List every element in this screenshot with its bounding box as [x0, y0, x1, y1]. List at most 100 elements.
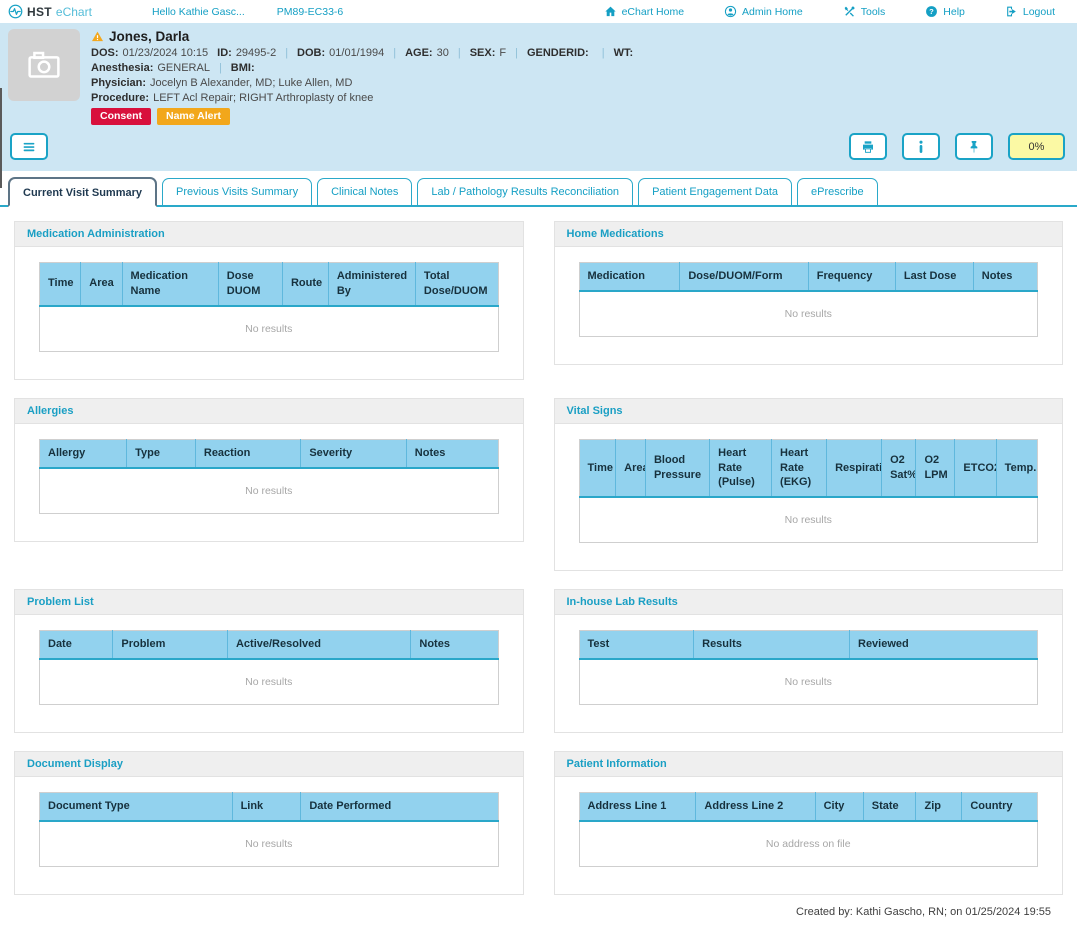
column-header-route: Route: [282, 263, 328, 306]
panel-body: AllergyTypeReactionSeverityNotesNo resul…: [15, 424, 523, 541]
topbar: HST eChart Hello Kathie Gasc... PM89-EC3…: [0, 0, 1077, 23]
table-row: No results: [40, 821, 499, 867]
patient-alert-badges: Consent Name Alert: [91, 108, 646, 125]
column-header-notes: Notes: [406, 439, 498, 467]
toolbar-row: 0%: [0, 125, 1077, 171]
table-problem-list: DateProblemActive/ResolvedNotesNo result…: [39, 630, 499, 705]
patient-photo-placeholder[interactable]: [8, 29, 80, 101]
column-header-date-performed: Date Performed: [301, 793, 498, 821]
table-header-row: TestResultsReviewed: [579, 631, 1038, 659]
column-header-dose-duom-form: Dose/DUOM/Form: [680, 263, 808, 291]
empty-state-text: No address on file: [579, 821, 1038, 867]
empty-state-text: No results: [579, 497, 1038, 543]
panel-body: Document TypeLinkDate PerformedNo result…: [15, 777, 523, 894]
field-value: F: [499, 47, 506, 59]
column-header-respiration: Respiration: [827, 439, 882, 497]
nav-tools[interactable]: Tools: [843, 5, 886, 18]
pushpin-icon: [966, 139, 982, 155]
field-value: GENERAL: [157, 62, 210, 74]
badge-name-alert[interactable]: Name Alert: [157, 108, 230, 125]
separator: |: [515, 47, 518, 59]
tab-clinical-notes[interactable]: Clinical Notes: [317, 178, 412, 205]
empty-state-text: No results: [579, 659, 1038, 705]
chart-completion-percent[interactable]: 0%: [1008, 133, 1065, 160]
tab-bar: Current Visit SummaryPrevious Visits Sum…: [0, 171, 1077, 207]
tab-patient-engagement-data[interactable]: Patient Engagement Data: [638, 178, 792, 205]
app-logo[interactable]: HST eChart: [8, 4, 92, 19]
nav-help[interactable]: ? Help: [925, 5, 965, 18]
print-button[interactable]: [849, 133, 887, 160]
field-value: 30: [437, 47, 449, 59]
separator: |: [285, 47, 288, 59]
patient-info-line: DOS:01/23/2024 10:15ID:29495-2|DOB:01/01…: [91, 47, 646, 59]
column-header-medication: Medication: [579, 263, 680, 291]
table-row: No results: [579, 659, 1038, 705]
panel-title-allergies: Allergies: [15, 399, 523, 424]
nav-admin-home[interactable]: Admin Home: [724, 5, 803, 18]
panel-body: TimeAreaMedication NameDose DUOMRouteAdm…: [15, 247, 523, 379]
patient-header: Jones, Darla DOS:01/23/2024 10:15ID:2949…: [0, 23, 1077, 125]
table-row: No results: [40, 306, 499, 352]
panels-grid: Medication Administration TimeAreaMedicat…: [14, 221, 1063, 895]
tab-current-visit-summary[interactable]: Current Visit Summary: [8, 177, 157, 207]
table-row: No results: [579, 497, 1038, 543]
brand-hst: HST: [27, 5, 52, 19]
badge-consent[interactable]: Consent: [91, 108, 151, 125]
panel-title-medication-administration: Medication Administration: [15, 222, 523, 247]
tab-eprescribe[interactable]: ePrescribe: [797, 178, 878, 205]
svg-text:?: ?: [929, 7, 934, 16]
tab-lab-pathology-results-reconciliation[interactable]: Lab / Pathology Results Reconciliation: [417, 178, 633, 205]
panel-title-patient-information: Patient Information: [555, 752, 1063, 777]
logout-icon: [1005, 5, 1018, 18]
field-value: 01/23/2024 10:15: [123, 47, 209, 59]
nav-label: Help: [943, 6, 965, 18]
nav-label: eChart Home: [622, 6, 684, 18]
column-header-problem: Problem: [113, 631, 228, 659]
table-medication-administration: TimeAreaMedication NameDose DUOMRouteAdm…: [39, 262, 499, 352]
patient-details: Jones, Darla DOS:01/23/2024 10:15ID:2949…: [91, 29, 646, 125]
panel-title-document-display: Document Display: [15, 752, 523, 777]
pulse-logo-icon: [8, 4, 23, 19]
home-icon: [604, 5, 617, 18]
nav-label: Tools: [861, 6, 886, 18]
main-content: Medication Administration TimeAreaMedicat…: [0, 207, 1077, 926]
column-header-test: Test: [579, 631, 694, 659]
user-greeting-link[interactable]: Hello Kathie Gasc...: [152, 6, 245, 18]
table-patient-information: Address Line 1Address Line 2CityStateZip…: [579, 792, 1039, 867]
column-header-total-dose-duom: Total Dose/DUOM: [415, 263, 498, 306]
menu-button[interactable]: [10, 133, 48, 160]
nav-logout[interactable]: Logout: [1005, 5, 1055, 18]
station-code-link[interactable]: PM89-EC33-6: [277, 6, 344, 18]
column-header-heart-rate-ekg: Heart Rate (EKG): [772, 439, 827, 497]
table-home-medications: MedicationDose/DUOM/FormFrequencyLast Do…: [579, 262, 1039, 337]
topbar-nav: eChart Home Admin Home Tools? Help Logout: [604, 5, 1065, 18]
patient-info-line: Anesthesia:GENERAL|BMI:: [91, 62, 646, 74]
table-header-row: MedicationDose/DUOM/FormFrequencyLast Do…: [579, 263, 1038, 291]
table-vital-signs: TimeAreaBlood PressureHeart Rate (Pulse)…: [579, 439, 1039, 544]
pin-button[interactable]: [955, 133, 993, 160]
nav-echart-home[interactable]: eChart Home: [604, 5, 684, 18]
table-row: No results: [579, 291, 1038, 337]
column-header-o2-lpm: O2 LPM: [916, 439, 955, 497]
tools-icon: [843, 5, 856, 18]
info-button[interactable]: [902, 133, 940, 160]
panel-problem-list: Problem ListDateProblemActive/ResolvedNo…: [14, 589, 524, 733]
separator: |: [393, 47, 396, 59]
column-header-frequency: Frequency: [808, 263, 895, 291]
field-label-wt: WT:: [614, 47, 634, 59]
table-header-row: TimeAreaBlood PressureHeart Rate (Pulse)…: [579, 439, 1038, 497]
tab-previous-visits-summary[interactable]: Previous Visits Summary: [162, 178, 312, 205]
table-header-row: Document TypeLinkDate Performed: [40, 793, 499, 821]
column-header-zip: Zip: [916, 793, 962, 821]
column-header-dose-duom: Dose DUOM: [218, 263, 282, 306]
panel-document-display: Document DisplayDocument TypeLinkDate Pe…: [14, 751, 524, 895]
toolbar-right: 0%: [849, 133, 1065, 160]
column-header-active-resolved: Active/Resolved: [227, 631, 410, 659]
column-header-time: Time: [579, 439, 616, 497]
column-header-date: Date: [40, 631, 113, 659]
column-header-allergy: Allergy: [40, 439, 127, 467]
column-header-document-type: Document Type: [40, 793, 233, 821]
field-label-dos: DOS:: [91, 47, 119, 59]
panel-title-vital-signs: Vital Signs: [555, 399, 1063, 424]
field-value: 01/01/1994: [329, 47, 384, 59]
